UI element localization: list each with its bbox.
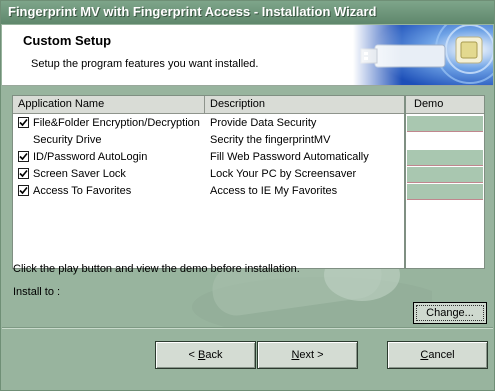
column-header-name[interactable]: Application Name bbox=[13, 96, 205, 114]
feature-checkbox[interactable] bbox=[18, 168, 29, 179]
check-icon bbox=[19, 169, 28, 178]
feature-row[interactable]: File&Folder Encryption/Decryption Provide… bbox=[13, 115, 404, 132]
demo-play-cell[interactable] bbox=[407, 150, 483, 166]
fingerprint-usb-logo-icon bbox=[353, 25, 493, 85]
next-button-label: ext > bbox=[299, 349, 324, 361]
installer-window: Fingerprint MV with Fingerprint Access -… bbox=[0, 0, 495, 391]
feature-description: Fill Web Password Automatically bbox=[210, 151, 369, 163]
feature-name: File&Folder Encryption/Decryption bbox=[33, 117, 200, 129]
feature-row[interactable]: ID/Password AutoLogin Fill Web Password A… bbox=[13, 149, 404, 166]
feature-name: ID/Password AutoLogin bbox=[33, 151, 148, 163]
feature-row[interactable]: Access To Favorites Access to IE My Favor… bbox=[13, 183, 404, 200]
demo-play-cell[interactable] bbox=[407, 116, 483, 132]
check-icon bbox=[19, 152, 28, 161]
feature-description: Access to IE My Favorites bbox=[210, 185, 338, 197]
check-icon bbox=[19, 118, 28, 127]
feature-list-header: Application Name Description bbox=[13, 96, 404, 114]
back-button-label: ack bbox=[205, 349, 223, 361]
demo-hint-text: Click the play button and view the demo … bbox=[13, 263, 300, 275]
column-header-demo: Demo bbox=[406, 96, 484, 114]
back-button-prefix: < bbox=[188, 349, 198, 361]
cancel-button[interactable]: Cancel bbox=[387, 341, 488, 369]
feature-description: Provide Data Security bbox=[210, 117, 317, 129]
feature-row[interactable]: Screen Saver Lock Lock Your PC by Screens… bbox=[13, 166, 404, 183]
body-panel: Application Name Description File&Folder… bbox=[2, 87, 493, 327]
check-icon bbox=[19, 186, 28, 195]
feature-description: Lock Your PC by Screensaver bbox=[210, 168, 357, 180]
next-button[interactable]: Next > bbox=[257, 341, 358, 369]
feature-row[interactable]: Security Drive Secrity the fingerprintMV bbox=[13, 132, 404, 149]
column-header-description[interactable]: Description bbox=[205, 96, 404, 114]
demo-play-cell[interactable] bbox=[407, 167, 483, 183]
change-button[interactable]: Change... bbox=[413, 302, 487, 324]
page-title: Custom Setup bbox=[23, 33, 112, 48]
feature-description: Secrity the fingerprintMV bbox=[210, 134, 331, 146]
feature-checkbox[interactable] bbox=[18, 185, 29, 196]
footer-divider bbox=[2, 327, 493, 329]
feature-name: Security Drive bbox=[33, 134, 102, 146]
feature-name: Screen Saver Lock bbox=[33, 168, 126, 180]
demo-play-cell[interactable] bbox=[407, 184, 483, 200]
install-to-label: Install to : bbox=[13, 286, 61, 298]
demo-panel: Demo bbox=[405, 95, 485, 269]
page-subtitle: Setup the program features you want inst… bbox=[31, 58, 259, 70]
back-button[interactable]: < Back bbox=[155, 341, 256, 369]
feature-checkbox[interactable] bbox=[18, 151, 29, 162]
header-panel: Custom Setup Setup the program features … bbox=[2, 25, 493, 86]
window-title: Fingerprint MV with Fingerprint Access -… bbox=[1, 1, 494, 24]
cancel-button-label: ancel bbox=[428, 349, 455, 361]
feature-checkbox[interactable] bbox=[18, 117, 29, 128]
feature-list[interactable]: Application Name Description File&Folder… bbox=[12, 95, 405, 269]
feature-name: Access To Favorites bbox=[33, 185, 132, 197]
